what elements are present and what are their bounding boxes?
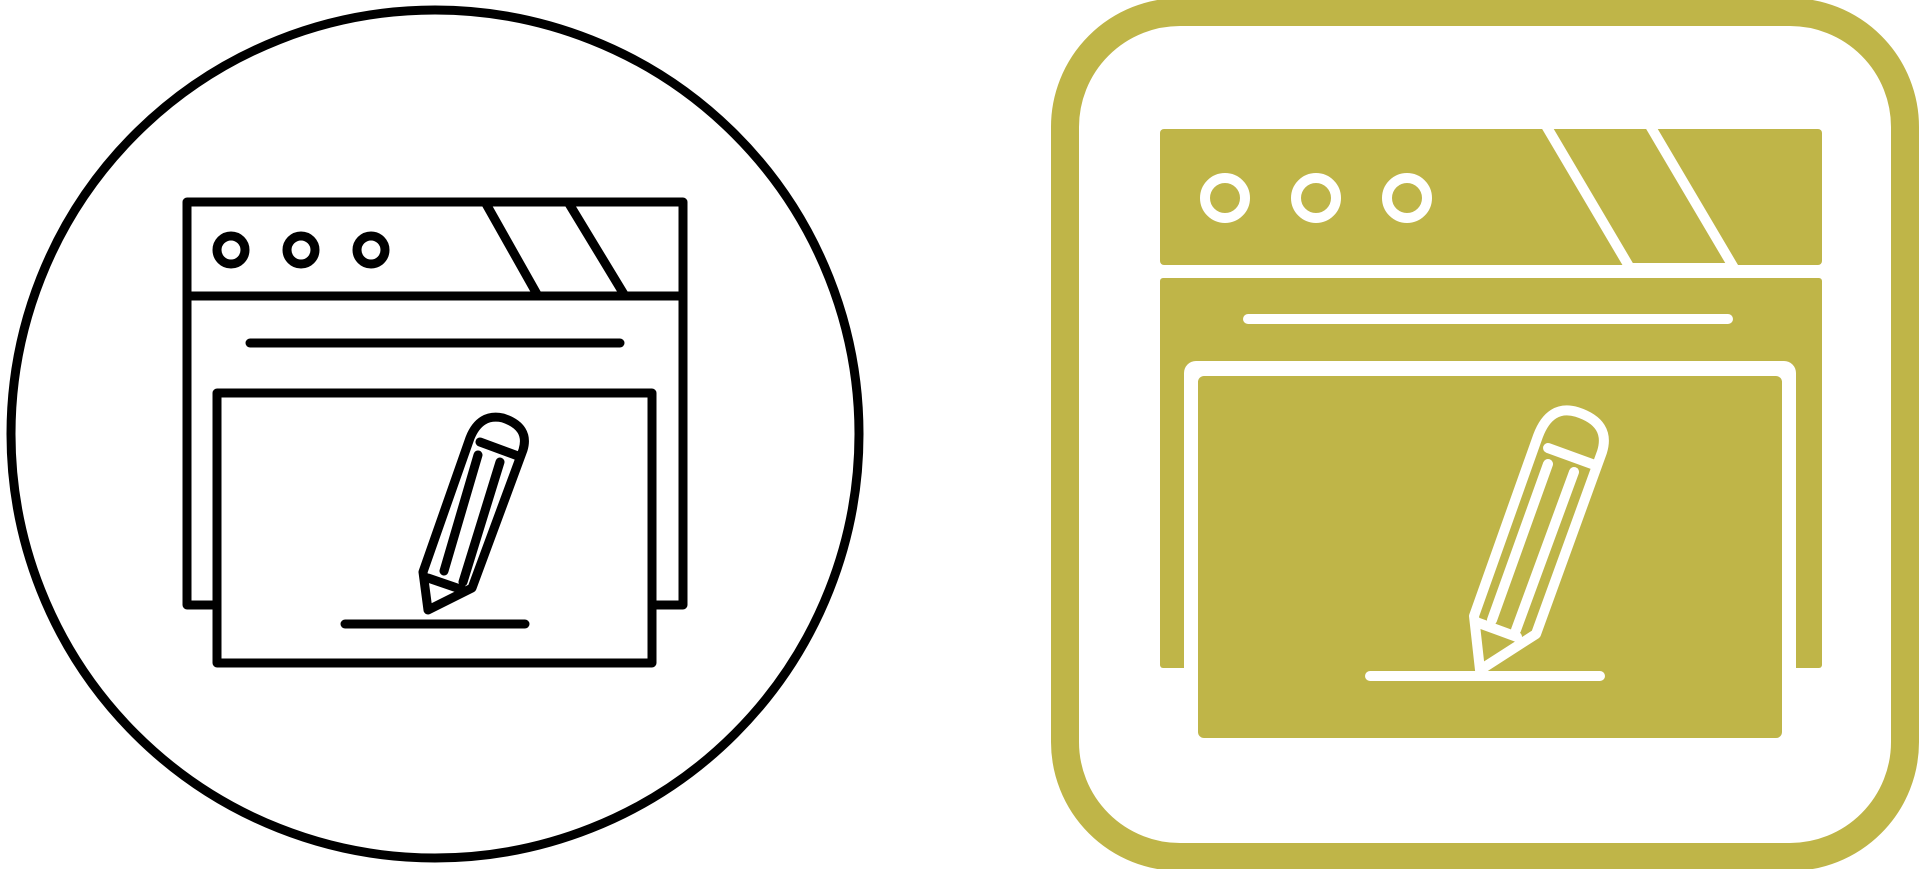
filled-icon-svg	[1051, 0, 1919, 869]
outline-icon-svg	[6, 5, 864, 863]
window-dot-icon	[212, 231, 250, 269]
window-dot-icon	[282, 231, 320, 269]
outline-web-edit-icon	[0, 0, 870, 869]
window-dot-icon	[352, 231, 390, 269]
filled-web-edit-icon	[1050, 0, 1920, 869]
pencil-icon	[418, 412, 529, 615]
icon-pair-canvas	[0, 0, 1920, 869]
circle-frame	[6, 5, 864, 863]
